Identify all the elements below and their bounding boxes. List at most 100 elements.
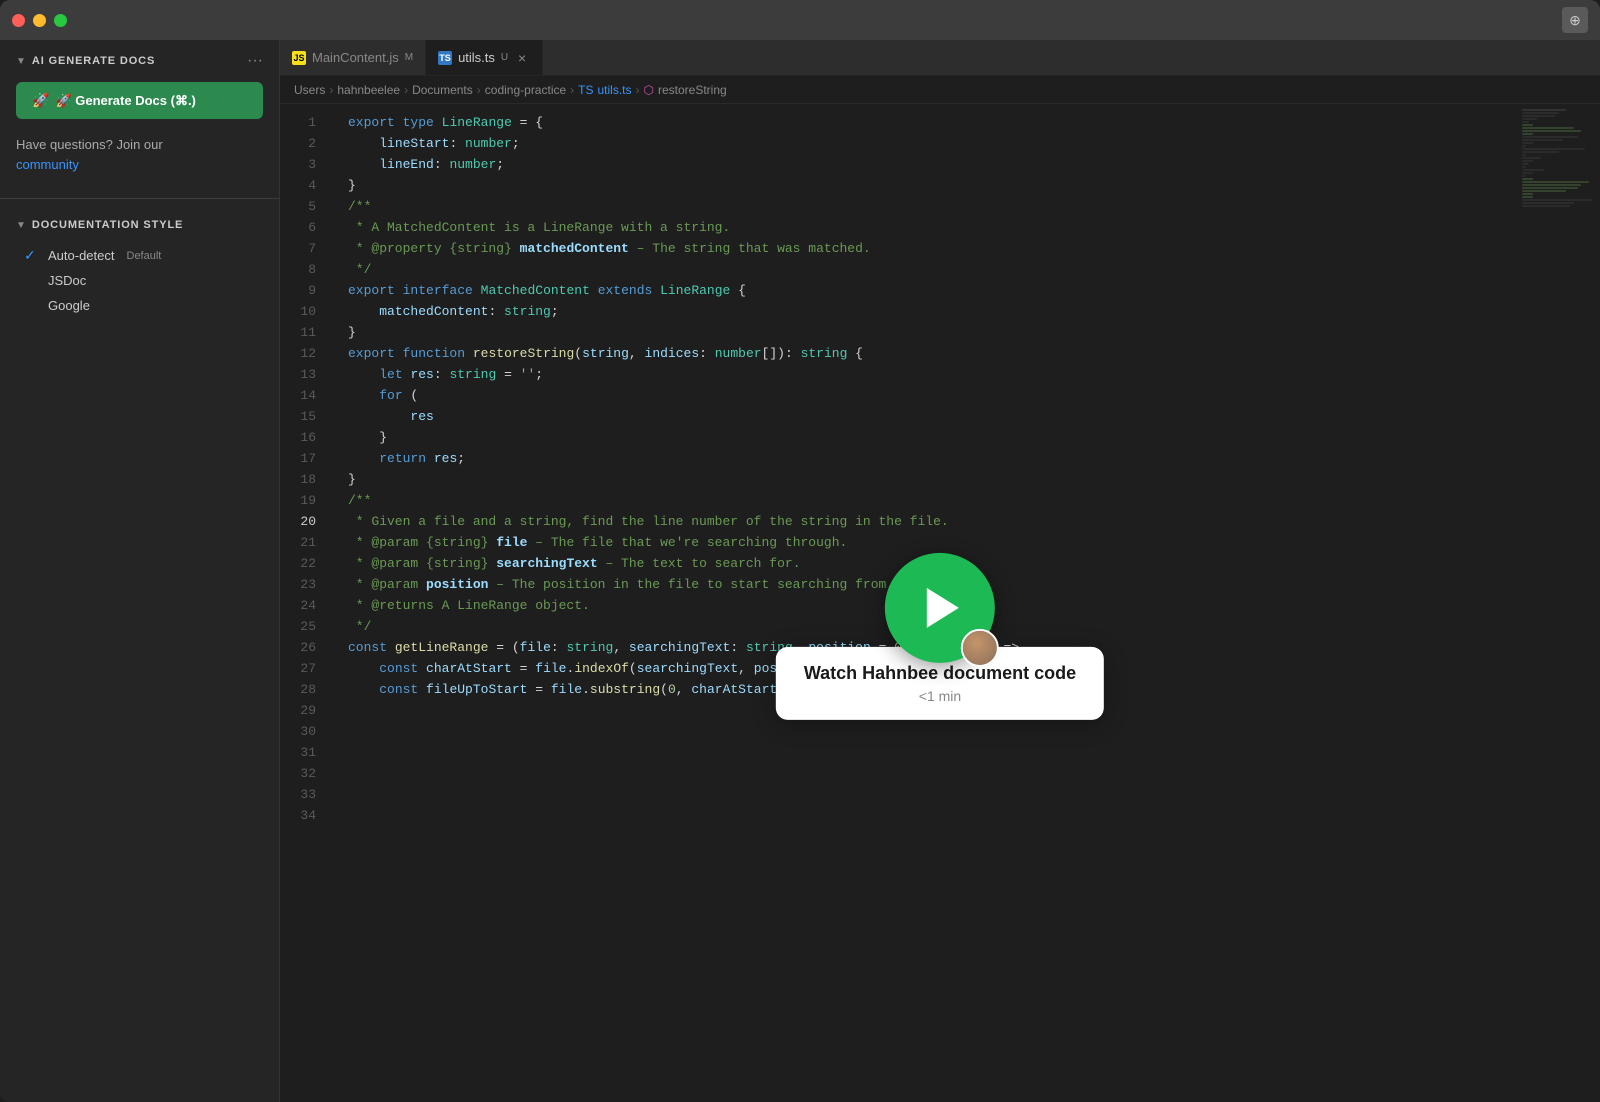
code-line-7: * A MatchedContent is a LineRange with a… xyxy=(332,217,1518,238)
sidebar-section2: ▼ DOCUMENTATION STYLE ✓ Auto-detect Defa… xyxy=(0,207,279,330)
line-num-9: 9 xyxy=(280,280,332,301)
editor-area: JS MainContent.js M TS utils.ts U × User… xyxy=(280,40,1600,1102)
doc-style-jsdoc[interactable]: ✓ JSDoc xyxy=(16,268,263,293)
sidebar: ▼ AI GENERATE DOCS ··· 🚀 🚀 Generate Docs… xyxy=(0,40,280,1102)
doc-style-jsdoc-label: JSDoc xyxy=(48,273,86,288)
code-line-26: * @param {string} file – The file that w… xyxy=(332,532,1518,553)
doc-style-google-label: Google xyxy=(48,298,90,313)
breadcrumb-utils-ts: utils.ts xyxy=(598,83,632,97)
section-divider xyxy=(0,198,279,199)
line-num-20: 20 xyxy=(280,511,332,532)
line-num-14: 14 xyxy=(280,385,332,406)
doc-style-auto-label: Auto-detect xyxy=(48,248,115,263)
rocket-icon: 🚀 xyxy=(32,92,49,109)
code-line-2: lineStart: number; xyxy=(332,133,1518,154)
tab-maincontent-modified: M xyxy=(405,52,413,63)
collapse-icon-2[interactable]: ▼ xyxy=(16,220,26,231)
community-text-pre: Have questions? Join our xyxy=(16,137,163,152)
minimap-line xyxy=(1522,205,1570,207)
tab-utils-label: utils.ts xyxy=(458,50,495,65)
doc-style-google[interactable]: ✓ Google xyxy=(16,293,263,318)
minimap-line xyxy=(1522,121,1529,123)
code-line-1: export type LineRange = { xyxy=(332,112,1518,133)
minimize-button[interactable] xyxy=(33,14,46,27)
video-overlay: Watch Hahnbee document code <1 min xyxy=(776,553,1104,720)
minimap-line xyxy=(1522,124,1533,126)
sidebar-section2-header: ▼ DOCUMENTATION STYLE xyxy=(16,219,263,231)
minimap-line xyxy=(1522,202,1574,204)
sidebar-section1-title: AI GENERATE DOCS xyxy=(32,55,155,67)
minimap-line xyxy=(1522,181,1589,183)
line-numbers: 1 2 3 4 5 6 7 8 9 10 11 12 13 14 15 16 1 xyxy=(280,104,332,1102)
close-button[interactable] xyxy=(12,14,25,27)
code-line-8: * @property {string} matchedContent – Th… xyxy=(332,238,1518,259)
code-line-12: } xyxy=(332,322,1518,343)
js-lang-icon: JS xyxy=(292,51,306,65)
minimap-line xyxy=(1522,157,1541,159)
minimap-line xyxy=(1522,187,1578,189)
avatar-face xyxy=(963,631,997,665)
generate-docs-label: 🚀 Generate Docs (⌘.) xyxy=(55,93,195,109)
community-link[interactable]: community xyxy=(16,157,79,172)
minimap-line xyxy=(1522,148,1585,150)
code-line-22: } xyxy=(332,469,1518,490)
code-line-11: matchedContent: string; xyxy=(332,301,1518,322)
minimap-line xyxy=(1522,160,1533,162)
minimap xyxy=(1518,104,1600,1102)
code-line-21: return res; xyxy=(332,448,1518,469)
code-line-3: lineEnd: number; xyxy=(332,154,1518,175)
line-num-10: 10 xyxy=(280,301,332,322)
collapse-icon[interactable]: ▼ xyxy=(16,56,26,67)
breadcrumb-documents: Documents xyxy=(412,83,473,97)
line-num-13: 13 xyxy=(280,364,332,385)
generate-docs-button[interactable]: 🚀 🚀 Generate Docs (⌘.) xyxy=(16,82,263,119)
community-text: Have questions? Join our community xyxy=(0,135,279,190)
minimap-line xyxy=(1522,136,1578,138)
breadcrumb-func-icon: ⬡ xyxy=(644,83,654,97)
ts-lang-icon: TS xyxy=(438,51,452,65)
minimap-line xyxy=(1522,139,1563,141)
minimap-line xyxy=(1522,133,1533,135)
line-num-21: 21 xyxy=(280,532,332,553)
line-num-1: 1 xyxy=(280,112,332,133)
breadcrumb-users: Users xyxy=(294,83,325,97)
breadcrumb-coding-practice: coding-practice xyxy=(485,83,566,97)
close-tab-icon[interactable]: × xyxy=(514,50,530,66)
minimap-content xyxy=(1518,104,1600,212)
minimap-line xyxy=(1522,178,1533,180)
maximize-button[interactable] xyxy=(54,14,67,27)
video-title: Watch Hahnbee document code xyxy=(804,663,1076,684)
breadcrumb: Users › hahnbeelee › Documents › coding-… xyxy=(280,76,1600,104)
code-line-15: let res: string = ''; xyxy=(332,364,1518,385)
code-line-9: */ xyxy=(332,259,1518,280)
code-line-17: for ( xyxy=(332,385,1518,406)
line-num-31: 31 xyxy=(280,742,332,763)
code-editor: 1 2 3 4 5 6 7 8 9 10 11 12 13 14 15 16 1 xyxy=(280,104,1600,1102)
line-num-6: 6 xyxy=(280,217,332,238)
minimap-line xyxy=(1522,154,1526,156)
avatar xyxy=(961,629,999,667)
line-num-17: 17 xyxy=(280,448,332,469)
minimap-line xyxy=(1522,163,1529,165)
code-line-25: * Given a file and a string, find the li… xyxy=(332,511,1518,532)
tab-utils[interactable]: TS utils.ts U × xyxy=(426,40,543,75)
line-num-11: 11 xyxy=(280,322,332,343)
broadcast-icon[interactable]: ⊕ xyxy=(1562,7,1588,33)
line-num-8: 8 xyxy=(280,259,332,280)
code-line-4: } xyxy=(332,175,1518,196)
play-button-container xyxy=(885,553,995,663)
titlebar: ⊕ xyxy=(0,0,1600,40)
line-num-32: 32 xyxy=(280,763,332,784)
code-line-14: export function restoreString(string, in… xyxy=(332,343,1518,364)
main-area: ▼ AI GENERATE DOCS ··· 🚀 🚀 Generate Docs… xyxy=(0,40,1600,1102)
line-num-29: 29 xyxy=(280,700,332,721)
code-line-10: export interface MatchedContent extends … xyxy=(332,280,1518,301)
line-num-23: 23 xyxy=(280,574,332,595)
more-icon[interactable]: ··· xyxy=(247,52,263,70)
minimap-line xyxy=(1522,190,1566,192)
minimap-line xyxy=(1522,142,1533,144)
tab-maincontent[interactable]: JS MainContent.js M xyxy=(280,40,426,75)
minimap-line xyxy=(1522,109,1566,111)
doc-style-auto[interactable]: ✓ Auto-detect Default xyxy=(16,243,263,268)
minimap-line xyxy=(1522,112,1559,114)
